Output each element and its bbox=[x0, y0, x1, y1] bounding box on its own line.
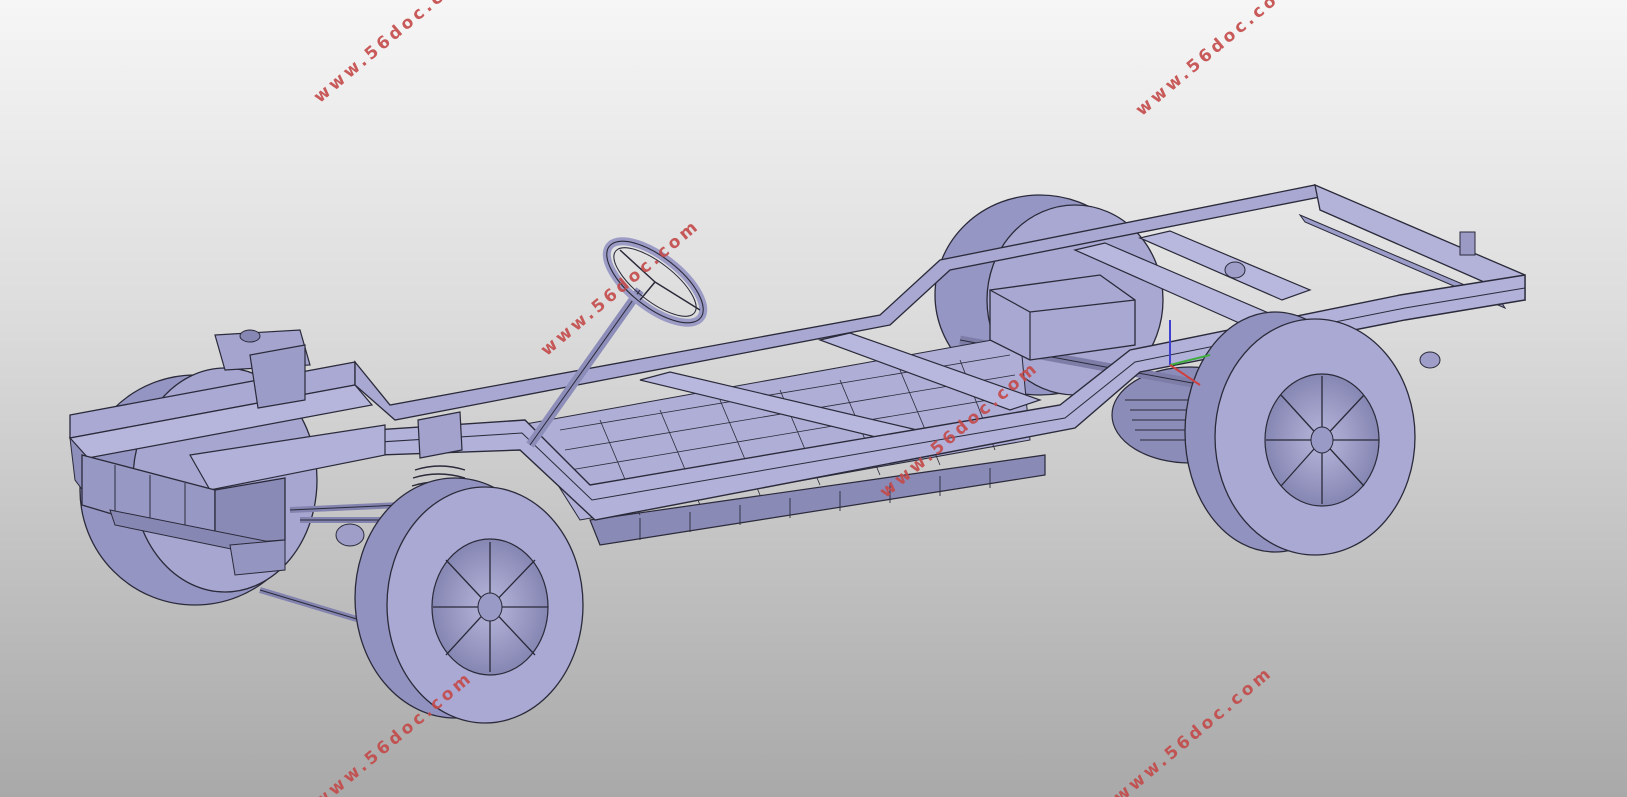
chassis-model[interactable] bbox=[0, 0, 1627, 797]
cad-viewport[interactable]: www.56doc.com www.56doc.com www.56doc.co… bbox=[0, 0, 1627, 797]
rear-right-wheel[interactable] bbox=[1184, 311, 1416, 556]
